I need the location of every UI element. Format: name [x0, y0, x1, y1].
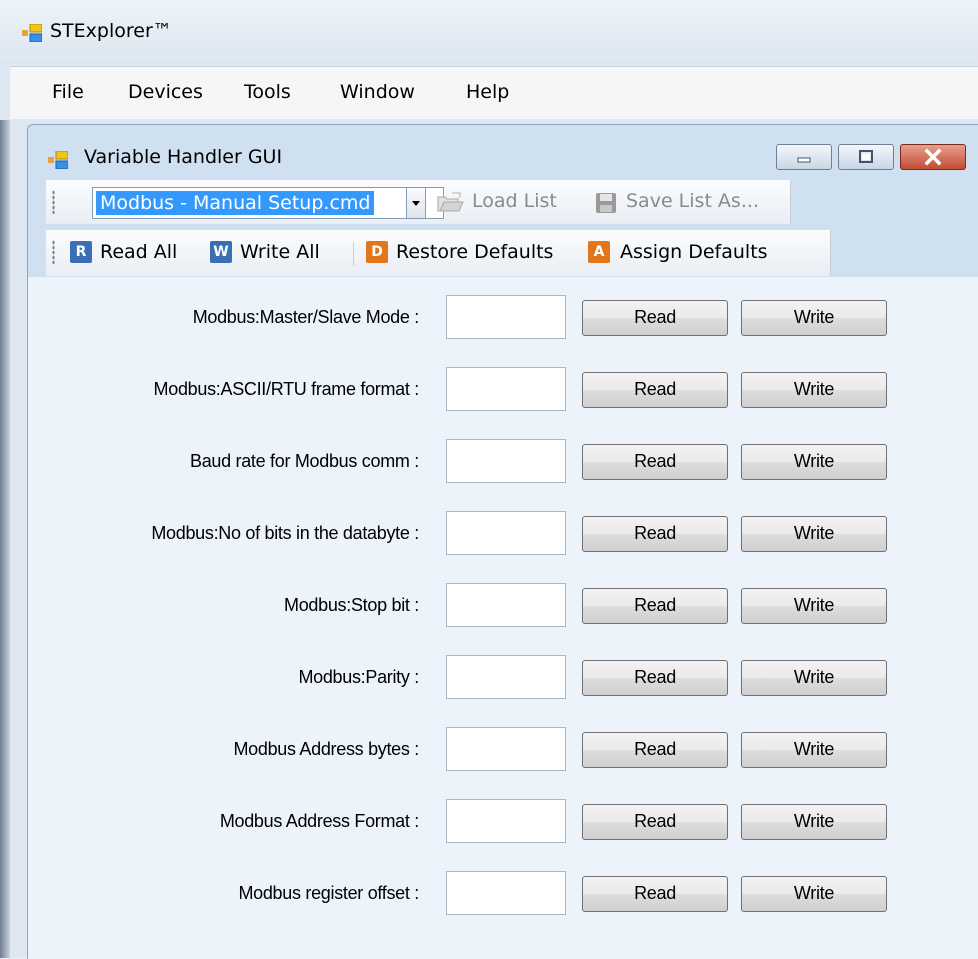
restore-button[interactable] — [838, 144, 894, 170]
menu-file[interactable]: File — [52, 81, 84, 103]
load-list-label: Load List — [472, 190, 557, 212]
variable-value-field[interactable] — [446, 511, 566, 555]
variable-label: Modbus Address bytes : — [233, 739, 419, 759]
file-toolbar: Modbus - Manual Setup.cmd Load List Save… — [46, 180, 791, 224]
child-title-bar: Variable Handler GUI — [28, 125, 978, 173]
restore-icon — [859, 150, 873, 163]
variable-row: Modbus register offset : Read Write — [28, 871, 978, 915]
read-button[interactable]: Read — [582, 732, 728, 768]
variable-label: Modbus:No of bits in the databyte : — [151, 523, 419, 543]
variable-value-field[interactable] — [446, 295, 566, 339]
variable-value-field[interactable] — [446, 439, 566, 483]
close-icon — [924, 148, 942, 166]
write-button[interactable]: Write — [741, 876, 887, 912]
actions-toolbar: R Read All W Write All D Restore Default… — [46, 230, 831, 276]
app-window: STExplorer™ File Devices Tools Window He… — [0, 0, 978, 959]
combo-selected-value: Modbus - Manual Setup.cmd — [96, 191, 375, 215]
read-button[interactable]: Read — [582, 444, 728, 480]
write-button[interactable]: Write — [741, 516, 887, 552]
close-button[interactable] — [900, 144, 966, 170]
toolbar-grip[interactable] — [52, 240, 55, 264]
combo-dropdown-button[interactable] — [406, 187, 426, 219]
write-all-label: Write All — [240, 241, 320, 263]
variable-value-field[interactable] — [446, 727, 566, 771]
restore-defaults-icon: D — [366, 241, 388, 263]
toolbar-grip[interactable] — [52, 190, 55, 214]
read-button[interactable]: Read — [582, 516, 728, 552]
variables-form: Modbus:Master/Slave Mode : Read Write Mo… — [28, 277, 978, 959]
save-list-as-button[interactable]: Save List As... — [594, 190, 784, 218]
read-button[interactable]: Read — [582, 876, 728, 912]
minimize-button[interactable] — [776, 144, 832, 170]
menu-devices[interactable]: Devices — [128, 81, 203, 103]
variable-row: Baud rate for Modbus comm : Read Write — [28, 439, 978, 483]
app-icon — [22, 23, 43, 46]
write-button[interactable]: Write — [741, 732, 887, 768]
save-list-as-label: Save List As... — [626, 190, 759, 212]
window-frame-edge — [0, 120, 10, 958]
read-button[interactable]: Read — [582, 660, 728, 696]
child-window-icon — [48, 150, 69, 173]
variable-value-field[interactable] — [446, 799, 566, 843]
write-button[interactable]: Write — [741, 444, 887, 480]
variable-row: Modbus:No of bits in the databyte : Read… — [28, 511, 978, 555]
menu-help[interactable]: Help — [466, 81, 509, 103]
variable-label: Modbus:Master/Slave Mode : — [192, 307, 420, 327]
variable-value-field[interactable] — [446, 583, 566, 627]
assign-defaults-icon: A — [588, 241, 610, 263]
variable-row: Modbus:Master/Slave Mode : Read Write — [28, 295, 978, 339]
write-button[interactable]: Write — [741, 300, 887, 336]
read-button[interactable]: Read — [582, 588, 728, 624]
read-all-label: Read All — [100, 241, 178, 263]
variable-label: Modbus register offset : — [238, 883, 419, 903]
restore-defaults-label: Restore Defaults — [396, 241, 554, 263]
read-button[interactable]: Read — [582, 804, 728, 840]
write-all-icon: W — [210, 241, 232, 263]
menu-window[interactable]: Window — [340, 81, 415, 103]
toolbar-separator — [353, 242, 354, 266]
menu-tools[interactable]: Tools — [244, 81, 291, 103]
variable-value-field[interactable] — [446, 871, 566, 915]
read-button[interactable]: Read — [582, 300, 728, 336]
child-title: Variable Handler GUI — [84, 146, 283, 168]
variable-row: Modbus Address Format : Read Write — [28, 799, 978, 843]
menu-bar: File Devices Tools Window Help — [10, 66, 978, 119]
write-button[interactable]: Write — [741, 588, 887, 624]
read-all-button[interactable]: R Read All — [70, 241, 204, 267]
variable-label: Modbus:Parity : — [298, 667, 419, 687]
variable-row: Modbus Address bytes : Read Write — [28, 727, 978, 771]
variable-value-field[interactable] — [446, 367, 566, 411]
variable-label: Modbus:Stop bit : — [284, 595, 419, 615]
command-list-combo[interactable]: Modbus - Manual Setup.cmd — [92, 187, 444, 219]
write-button[interactable]: Write — [741, 372, 887, 408]
read-button[interactable]: Read — [582, 372, 728, 408]
save-icon — [596, 193, 616, 213]
read-all-icon: R — [70, 241, 92, 263]
variable-row: Modbus:Stop bit : Read Write — [28, 583, 978, 627]
assign-defaults-button[interactable]: A Assign Defaults — [588, 241, 798, 267]
load-list-button[interactable]: Load List — [436, 190, 586, 218]
write-button[interactable]: Write — [741, 804, 887, 840]
variable-handler-window: Variable Handler GUI Modbus - Manual Set… — [27, 124, 978, 959]
variable-label: Modbus Address Format : — [219, 811, 419, 831]
variable-label: Modbus:ASCII/RTU frame format : — [153, 379, 420, 399]
write-all-button[interactable]: W Write All — [210, 241, 346, 267]
variable-value-field[interactable] — [446, 655, 566, 699]
variable-row: Modbus:ASCII/RTU frame format : Read Wri… — [28, 367, 978, 411]
variable-row: Modbus:Parity : Read Write — [28, 655, 978, 699]
app-title: STExplorer™ — [50, 20, 172, 42]
write-button[interactable]: Write — [741, 660, 887, 696]
minimize-icon — [797, 157, 811, 163]
assign-defaults-label: Assign Defaults — [620, 241, 768, 263]
dropdown-arrow-icon — [412, 201, 420, 206]
folder-open-icon — [437, 192, 464, 212]
restore-defaults-button[interactable]: D Restore Defaults — [366, 241, 582, 267]
variable-label: Baud rate for Modbus comm : — [189, 451, 419, 471]
app-title-bar: STExplorer™ — [0, 0, 978, 64]
